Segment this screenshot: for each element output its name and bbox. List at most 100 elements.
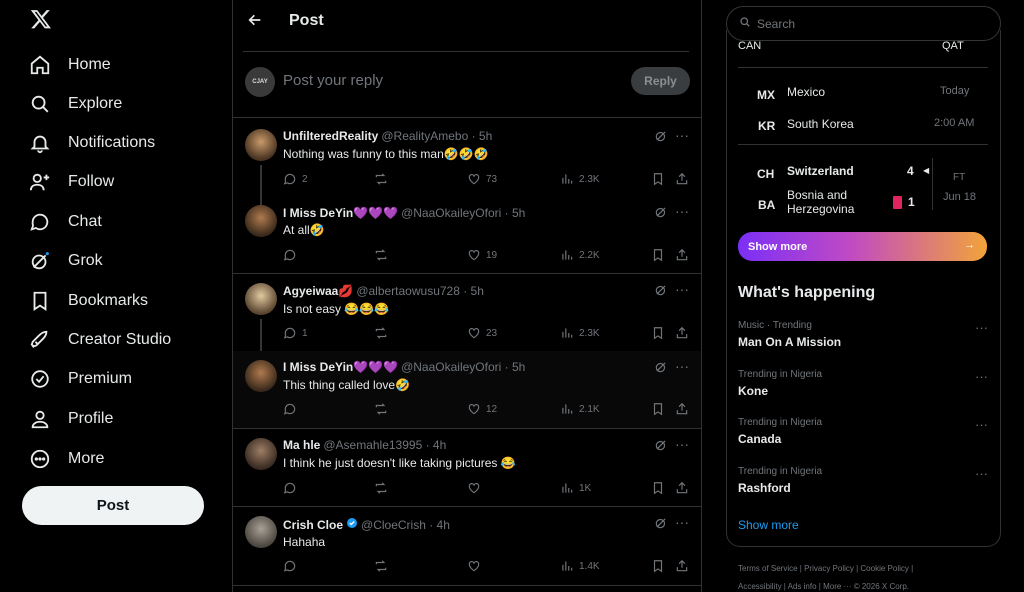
- handle-time[interactable]: @albertaowusu728 · 5h: [356, 284, 484, 298]
- handle-time[interactable]: @NaaOkaileyOfori · 5h: [401, 206, 525, 220]
- display-name[interactable]: Crish Cloe: [283, 518, 343, 532]
- like-action[interactable]: 19: [467, 248, 497, 262]
- reply-tweet[interactable]: Ma hle @Asemahle13995 · 4h I think he ju…: [233, 429, 701, 506]
- nav-grok[interactable]: Grok: [28, 243, 103, 279]
- more-options-icon[interactable]: ···: [975, 369, 988, 384]
- reply-button[interactable]: Reply: [631, 67, 690, 95]
- bookmark-icon[interactable]: [651, 326, 665, 340]
- like-action[interactable]: 23: [467, 326, 497, 340]
- retweet-action[interactable]: [374, 559, 393, 573]
- views-action[interactable]: 2.1K: [560, 402, 600, 416]
- more-options-icon[interactable]: ···: [675, 204, 689, 221]
- share-icon[interactable]: [675, 172, 689, 186]
- reply-tweet[interactable]: Agyeiwaa💋 @albertaowusu728 · 5h Is not e…: [233, 274, 701, 363]
- reply-tweet[interactable]: Crish Cloe @CloeCrish · 4h Hahaha ··· 1.…: [233, 507, 701, 585]
- views-action[interactable]: 2.3K: [560, 326, 600, 340]
- display-name[interactable]: Agyeiwaa💋: [283, 284, 353, 298]
- trend-item[interactable]: Music · Trending Man On A Mission ···: [738, 320, 988, 349]
- reply-action[interactable]: 1: [283, 326, 308, 340]
- display-name[interactable]: I Miss DeYin💜💜💜: [283, 360, 398, 374]
- avatar[interactable]: CJAY: [245, 67, 275, 97]
- share-icon[interactable]: [675, 559, 689, 573]
- retweet-action[interactable]: [374, 481, 393, 495]
- handle-time[interactable]: @RealityAmebo · 5h: [381, 129, 492, 143]
- trend-item[interactable]: Trending in Nigeria Rashford ···: [738, 466, 988, 495]
- reply-action[interactable]: [283, 559, 302, 573]
- show-more-matches-button[interactable]: Show more →: [738, 232, 987, 261]
- avatar[interactable]: [245, 438, 277, 470]
- avatar[interactable]: [245, 129, 277, 161]
- reply-action[interactable]: 2: [283, 172, 308, 186]
- share-icon[interactable]: [675, 402, 689, 416]
- more-options-icon[interactable]: ···: [675, 128, 689, 145]
- retweet-action[interactable]: [374, 402, 393, 416]
- grok-icon[interactable]: [654, 360, 668, 374]
- reply-tweet[interactable]: UnfilteredReality @RealityAmebo · 5h Not…: [233, 118, 701, 209]
- bookmark-icon[interactable]: [651, 248, 665, 262]
- trend-item[interactable]: Trending in Nigeria Kone ···: [738, 369, 988, 398]
- avatar[interactable]: [245, 283, 277, 315]
- more-options-icon[interactable]: ···: [675, 282, 689, 299]
- more-options-icon[interactable]: ···: [975, 320, 988, 335]
- trend-item[interactable]: Trending in Nigeria Canada ···: [738, 417, 988, 446]
- avatar[interactable]: [245, 360, 277, 392]
- search-input[interactable]: Search: [726, 6, 1001, 41]
- grok-icon[interactable]: [654, 129, 668, 143]
- nav-creator-studio[interactable]: Creator Studio: [28, 322, 171, 358]
- reply-action[interactable]: [283, 402, 302, 416]
- share-icon[interactable]: [675, 326, 689, 340]
- like-action[interactable]: 12: [467, 402, 497, 416]
- retweet-action[interactable]: [374, 172, 393, 186]
- bookmark-icon[interactable]: [651, 481, 665, 495]
- reply-action[interactable]: [283, 248, 302, 262]
- display-name[interactable]: I Miss DeYin💜💜💜: [283, 206, 398, 220]
- display-name[interactable]: UnfilteredReality: [283, 129, 378, 143]
- bookmark-icon[interactable]: [651, 402, 665, 416]
- footer-links[interactable]: Terms of Service | Privacy Policy | Cook…: [738, 564, 998, 573]
- avatar[interactable]: [245, 205, 277, 237]
- more-options-icon[interactable]: ···: [975, 466, 988, 481]
- more-options-icon[interactable]: ···: [675, 515, 689, 532]
- nav-follow[interactable]: Follow: [28, 164, 114, 200]
- like-action[interactable]: 73: [467, 172, 497, 186]
- nav-premium[interactable]: Premium: [28, 361, 132, 397]
- reply-tweet[interactable]: I Miss DeYin💜💜💜 @NaaOkaileyOfori · 5h At…: [233, 196, 701, 273]
- grok-icon[interactable]: [654, 283, 668, 297]
- retweet-action[interactable]: [374, 326, 393, 340]
- reply-tweet[interactable]: I Miss DeYin💜💜💜 @NaaOkaileyOfori · 5h Th…: [233, 351, 701, 428]
- views-action[interactable]: 2.2K: [560, 248, 600, 262]
- retweet-action[interactable]: [374, 248, 393, 262]
- nav-explore[interactable]: Explore: [28, 86, 122, 122]
- handle-time[interactable]: @Asemahle13995 · 4h: [323, 438, 446, 452]
- nav-notifications[interactable]: Notifications: [28, 125, 155, 161]
- more-options-icon[interactable]: ···: [975, 417, 988, 432]
- like-action[interactable]: [467, 559, 486, 573]
- handle-time[interactable]: @CloeCrish · 4h: [361, 518, 450, 532]
- nav-more[interactable]: More: [28, 441, 104, 477]
- share-icon[interactable]: [675, 481, 689, 495]
- display-name[interactable]: Ma hle: [283, 438, 320, 452]
- views-action[interactable]: 2.3K: [560, 172, 600, 186]
- grok-icon[interactable]: [654, 516, 668, 530]
- post-button[interactable]: Post: [22, 486, 204, 525]
- bookmark-icon[interactable]: [651, 559, 665, 573]
- bookmark-icon[interactable]: [651, 172, 665, 186]
- like-action[interactable]: [467, 481, 486, 495]
- share-icon[interactable]: [675, 248, 689, 262]
- reply-action[interactable]: [283, 481, 302, 495]
- avatar[interactable]: [245, 516, 277, 548]
- grok-icon[interactable]: [654, 438, 668, 452]
- handle-time[interactable]: @NaaOkaileyOfori · 5h: [401, 360, 525, 374]
- show-more-trends-link[interactable]: Show more: [738, 518, 799, 532]
- grok-icon[interactable]: [654, 205, 668, 219]
- x-logo-icon[interactable]: [30, 8, 54, 32]
- views-action[interactable]: 1K: [560, 481, 591, 495]
- more-options-icon[interactable]: ···: [675, 359, 689, 376]
- nav-bookmarks[interactable]: Bookmarks: [28, 283, 148, 319]
- nav-chat[interactable]: Chat: [28, 204, 102, 240]
- reply-input[interactable]: Post your reply: [283, 72, 383, 89]
- views-action[interactable]: 1.4K: [560, 559, 600, 573]
- nav-profile[interactable]: Profile: [28, 401, 113, 437]
- more-options-icon[interactable]: ···: [675, 437, 689, 454]
- nav-home[interactable]: Home: [28, 47, 111, 83]
